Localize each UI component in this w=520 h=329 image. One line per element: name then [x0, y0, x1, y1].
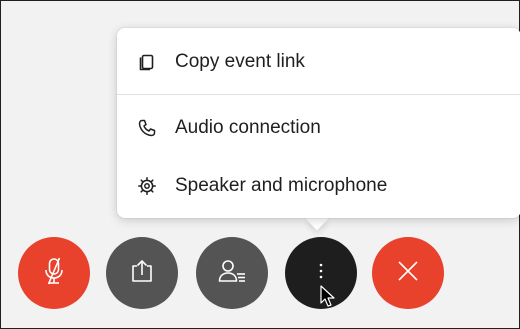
mute-microphone-button[interactable] [18, 237, 90, 309]
gear-icon [137, 176, 157, 196]
participants-icon [217, 257, 247, 290]
menu-item-speaker-and-microphone[interactable]: Speaker and microphone [117, 166, 520, 206]
participants-button[interactable] [196, 237, 268, 309]
more-vertical-icon [318, 261, 324, 286]
menu-item-label: Audio connection [175, 117, 321, 138]
copy-icon [137, 52, 157, 72]
meeting-window: Copy event link Audio connection Speaker… [0, 0, 520, 329]
microphone-off-icon [40, 256, 68, 291]
menu-item-audio-connection[interactable]: Audio connection [117, 108, 520, 148]
share-content-button[interactable] [106, 237, 178, 309]
more-options-menu: Copy event link Audio connection Speaker… [117, 28, 520, 218]
more-options-button[interactable] [285, 237, 357, 309]
menu-item-copy-event-link[interactable]: Copy event link [117, 42, 520, 82]
menu-item-label: Speaker and microphone [175, 175, 388, 196]
close-icon [396, 259, 420, 288]
leave-meeting-button[interactable] [372, 237, 444, 309]
phone-icon [137, 118, 157, 138]
share-icon [128, 257, 156, 290]
menu-item-label: Copy event link [175, 51, 305, 72]
menu-divider [117, 94, 520, 95]
